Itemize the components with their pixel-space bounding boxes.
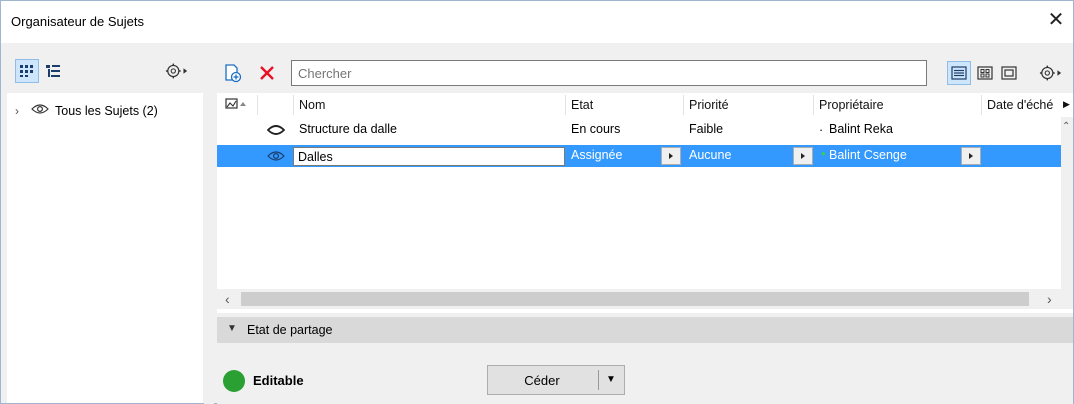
right-toolbar	[217, 56, 1073, 90]
collapse-triangle-icon[interactable]: ▼	[227, 323, 237, 334]
table-header: Nom Etat Priorité Propriétaire Date d'éc…	[217, 93, 1073, 117]
left-toolbar	[7, 56, 203, 88]
scroll-left-icon[interactable]: ‹	[225, 291, 230, 307]
row-state: En cours	[571, 122, 621, 136]
owner-status-dot: ·	[819, 123, 824, 137]
thumbnail-view-icon[interactable]	[973, 61, 997, 85]
column-header-due-date[interactable]: Date d'éché	[987, 98, 1053, 112]
header-scroll-right-icon[interactable]: ▶	[1063, 99, 1070, 110]
scroll-right-icon[interactable]: ›	[1047, 291, 1052, 307]
vertical-scrollbar[interactable]: ⌃	[1061, 117, 1073, 289]
row-priority: Faible	[689, 122, 724, 136]
row-state: Assignée	[571, 148, 623, 162]
flat-view-icon[interactable]	[15, 59, 39, 83]
row-owner: Balint Csenge	[829, 148, 907, 162]
table-row-selected[interactable]: Assignée Aucune • Balint Csenge	[217, 145, 1061, 167]
delete-icon[interactable]	[255, 61, 279, 85]
tree-item-all-topics[interactable]: › Tous les Sujets (2)	[15, 103, 158, 118]
tree-item-label: Tous les Sujets (2)	[55, 103, 158, 118]
horizontal-scrollbar[interactable]: ‹ ›	[217, 289, 1073, 309]
preview-view-icon[interactable]	[997, 61, 1021, 85]
sharing-status-panel: Editable Céder ▼	[217, 343, 1073, 404]
chevron-right-icon[interactable]: ›	[15, 104, 29, 118]
release-split-button[interactable]: Céder ▼	[487, 365, 625, 395]
priority-dropdown-icon[interactable]	[793, 147, 813, 165]
topics-table: Nom Etat Priorité Propriétaire Date d'éc…	[217, 93, 1073, 313]
topic-tree: › Tous les Sujets (2)	[7, 93, 203, 403]
column-header-owner[interactable]: Propriétaire	[819, 98, 884, 112]
status-label: Editable	[253, 373, 304, 388]
list-view-icon[interactable]	[947, 61, 971, 85]
status-indicator-icon	[223, 370, 245, 392]
scrollbar-thumb[interactable]	[241, 292, 1029, 306]
owner-status-dot: •	[821, 147, 826, 161]
new-topic-icon[interactable]	[221, 61, 245, 85]
title-bar: Organisateur de Sujets ✕	[1, 1, 1073, 43]
row-name: Structure da dalle	[299, 122, 397, 136]
row-owner: Balint Reka	[829, 122, 893, 136]
sharing-section-header[interactable]: ▼ Etat de partage	[217, 317, 1073, 343]
panel-splitter[interactable]	[204, 43, 214, 404]
visible-icon[interactable]	[267, 150, 285, 165]
topic-organizer-window: Organisateur de Sujets ✕ › Tous les Suje…	[0, 0, 1074, 404]
row-priority: Aucune	[689, 148, 732, 162]
dropdown-arrow-icon[interactable]: ▼	[606, 374, 616, 385]
visible-icon[interactable]	[266, 124, 286, 139]
search-input[interactable]	[291, 60, 927, 86]
column-header-state[interactable]: Etat	[571, 98, 593, 112]
name-edit-field[interactable]	[293, 147, 565, 166]
window-title: Organisateur de Sujets	[11, 14, 144, 29]
scroll-up-icon[interactable]: ⌃	[1062, 121, 1070, 132]
button-separator	[598, 370, 599, 390]
close-icon[interactable]: ✕	[1045, 9, 1067, 31]
eye-icon	[31, 103, 49, 118]
owner-dropdown-icon[interactable]	[961, 147, 981, 165]
column-header-name[interactable]: Nom	[299, 98, 325, 112]
left-settings-gear-icon[interactable]	[165, 59, 189, 83]
column-header-priority[interactable]: Priorité	[689, 98, 729, 112]
right-settings-gear-icon[interactable]	[1039, 61, 1063, 85]
image-column-sort-icon[interactable]	[225, 97, 247, 114]
release-button-label[interactable]: Céder	[488, 373, 596, 388]
table-row[interactable]: Structure da dalle En cours Faible · Bal…	[217, 119, 1061, 141]
section-title: Etat de partage	[247, 323, 333, 337]
state-dropdown-icon[interactable]	[661, 147, 681, 165]
tree-view-icon[interactable]	[41, 59, 65, 83]
